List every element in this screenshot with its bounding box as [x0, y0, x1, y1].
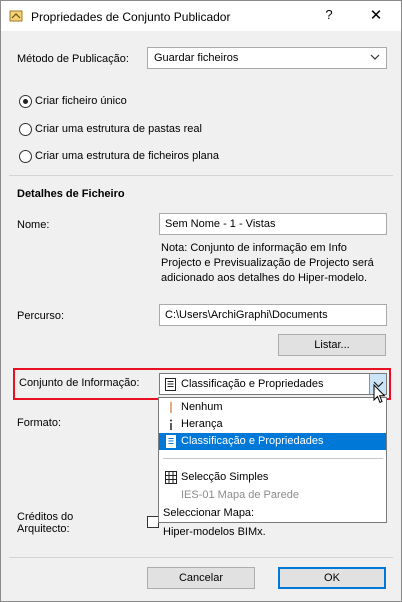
path-label: Percurso:: [17, 310, 65, 322]
credits-label-line2: Arquitecto:: [17, 523, 70, 535]
info-set-label: Conjunto de Informação:: [19, 377, 140, 389]
credits-text: Hiper-modelos BIMx.: [163, 526, 266, 538]
format-label: Formato:: [17, 417, 62, 429]
note-line: Projecto e Previsualização de Projecto s…: [161, 257, 374, 269]
publish-method-label: Método de Publicação:: [17, 53, 129, 65]
footer-divider: [9, 557, 393, 558]
document-list-icon: [165, 378, 176, 391]
dropdown-item-simple-selection[interactable]: Selecção Simples: [159, 469, 386, 486]
radio-label: Criar uma estrutura de pastas real: [35, 123, 202, 135]
dropdown-item-label: Selecção Simples: [181, 471, 269, 483]
cancel-button[interactable]: Cancelar: [147, 567, 255, 589]
radio-label: Criar uma estrutura de ficheiros plana: [35, 150, 220, 162]
ok-button[interactable]: OK: [278, 567, 386, 589]
section-divider: [9, 175, 393, 176]
dropdown-item-select-schedule[interactable]: Seleccionar Mapa:: [159, 505, 386, 522]
name-label: Nome:: [17, 219, 50, 231]
radio-label: Criar ficheiro único: [35, 95, 127, 107]
publish-method-select[interactable]: Guardar ficheiros: [147, 47, 387, 69]
help-button[interactable]: ?: [319, 7, 339, 25]
info-set-dropdown-list: Nenhum Herança Classificação e Proprieda…: [158, 397, 387, 523]
publish-method-value: Guardar ficheiros: [154, 52, 239, 64]
info-icon: [170, 419, 172, 430]
title-bar: Propriedades de Conjunto Publicador ? ✕: [1, 1, 401, 31]
radio-single-file[interactable]: Criar ficheiro único: [19, 94, 219, 110]
i-cursor-icon: [170, 402, 172, 413]
dropdown-item-classification[interactable]: Classificação e Propriedades: [159, 433, 386, 450]
table-grid-icon: [165, 471, 177, 484]
dropdown-item-label: Seleccionar Mapa:: [163, 507, 255, 519]
credits-label: Créditos do: [17, 511, 74, 523]
mouse-pointer-icon: [373, 384, 386, 404]
radio-button[interactable]: [19, 150, 32, 163]
dropdown-item-label: Classificação e Propriedades: [181, 435, 324, 447]
dropdown-divider: [163, 458, 383, 459]
note-line: adicionado aos detalhes do Hiper-modelo.: [161, 272, 368, 284]
dropdown-item-none[interactable]: Nenhum: [159, 399, 386, 416]
dropdown-item-inheritance[interactable]: Herança: [159, 416, 386, 433]
info-set-select[interactable]: Classificação e Propriedades: [159, 373, 387, 395]
radio-button-checked[interactable]: [19, 95, 32, 108]
info-set-value: Classificação e Propriedades: [181, 378, 324, 390]
note-text: Nota: Conjunto de informação em Info Pro…: [161, 241, 391, 286]
name-input[interactable]: Sem Nome - 1 - Vistas: [159, 213, 387, 235]
document-list-icon: [166, 435, 176, 448]
publisher-app-icon: [9, 10, 23, 22]
radio-real-folder-structure[interactable]: Criar uma estrutura de pastas real: [19, 122, 279, 138]
dropdown-item-ies01-wall-schedule: IES-01 Mapa de Parede: [159, 487, 386, 504]
dropdown-item-label: IES-01 Mapa de Parede: [181, 489, 300, 501]
list-button[interactable]: Listar...: [278, 334, 386, 356]
note-line: Nota: Conjunto de informação em Info: [161, 242, 347, 254]
close-button[interactable]: ✕: [361, 4, 391, 28]
file-details-heading: Detalhes de Ficheiro: [17, 188, 125, 200]
radio-button[interactable]: [19, 123, 32, 136]
dropdown-item-label: Herança: [181, 418, 223, 430]
chevron-down-icon: [370, 54, 380, 60]
path-input[interactable]: C:\Users\ArchiGraphi\Documents: [159, 304, 387, 326]
dialog-window: Propriedades de Conjunto Publicador ? ✕ …: [0, 0, 402, 602]
radio-flat-file-structure[interactable]: Criar uma estrutura de ficheiros plana: [19, 149, 279, 165]
window-title: Propriedades de Conjunto Publicador: [31, 10, 231, 24]
dropdown-item-label: Nenhum: [181, 401, 223, 413]
